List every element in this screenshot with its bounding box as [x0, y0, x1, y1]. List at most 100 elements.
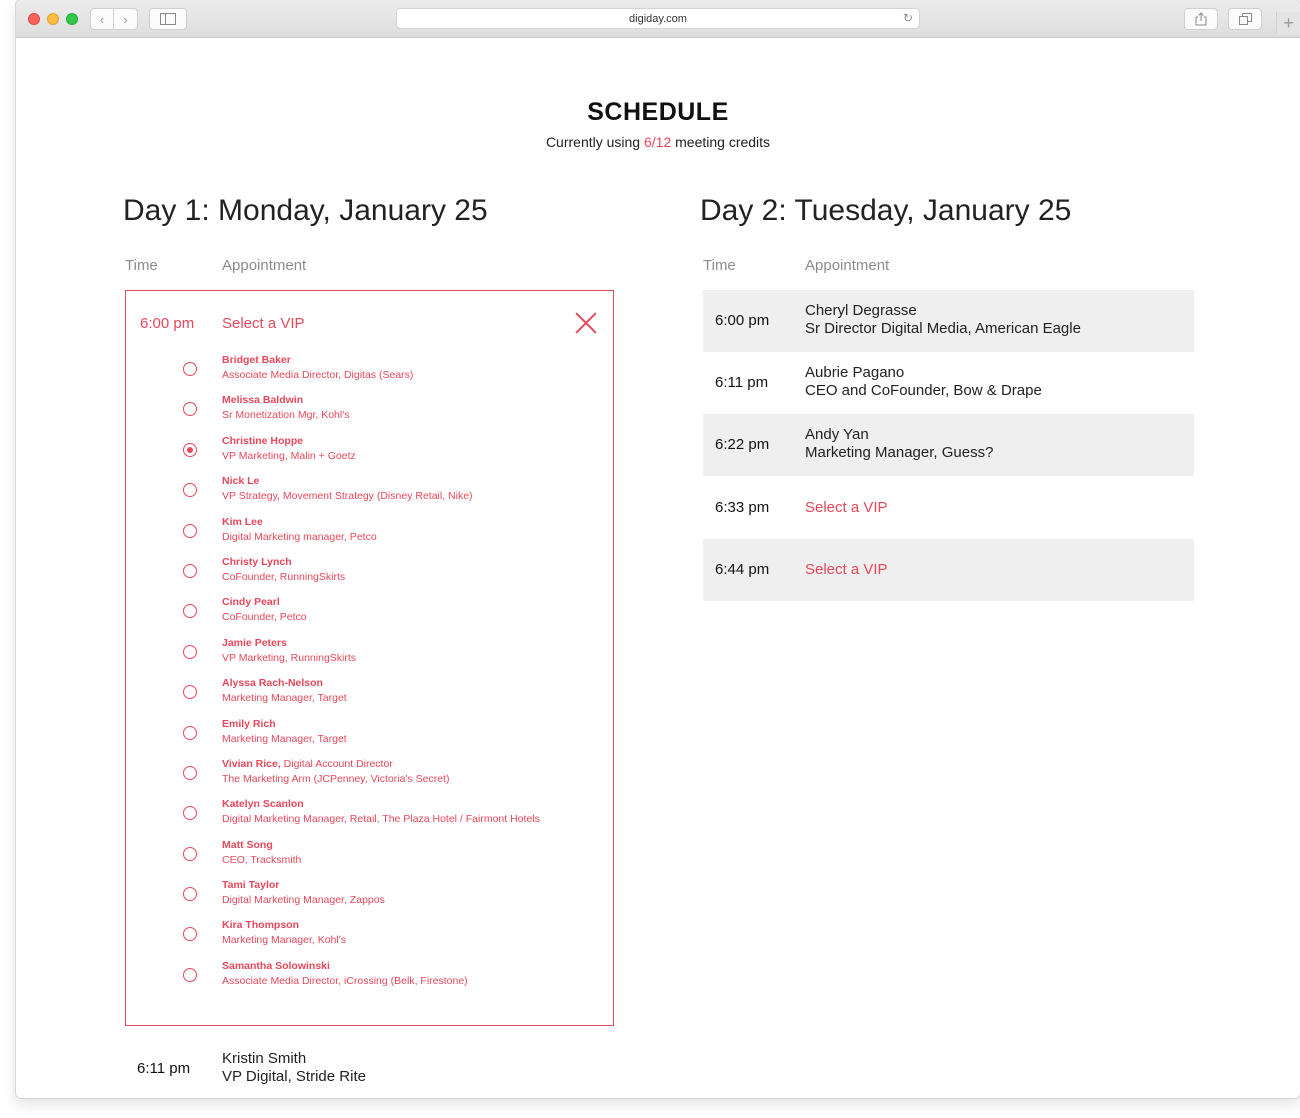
share-button[interactable] [1184, 8, 1218, 30]
appointment-title: VP Digital, Stride Rite [222, 1068, 366, 1085]
vip-option[interactable]: Christy Lynch CoFounder, RunningSkirts [126, 555, 613, 595]
radio-button[interactable] [183, 442, 197, 457]
vip-option[interactable]: Nick Le VP Strategy, Movement Strategy (D… [126, 474, 613, 514]
tab-overview-button[interactable] [1228, 8, 1262, 30]
vip-select-title: Select a VIP [222, 315, 305, 332]
vip-option-name-line: Kim Lee [222, 515, 377, 530]
zoom-window-button[interactable] [66, 13, 78, 25]
vip-detail: VP Marketing, Malin + Goetz [222, 449, 356, 462]
vip-option-name-line: Emily Rich [222, 717, 347, 732]
radio-button[interactable] [183, 765, 197, 780]
vip-name: Christine Hoppe [222, 434, 304, 447]
vip-detail: Marketing Manager, Target [222, 692, 347, 705]
vip-option-name-line: Matt Song [222, 838, 301, 853]
new-tab-button[interactable]: + [1276, 12, 1300, 34]
vip-option-text: Tami Taylor Digital Marketing Manager, Za… [222, 878, 385, 908]
day1-row-time: 6:11 pm [137, 1060, 191, 1077]
vip-option-text: Kim Lee Digital Marketing manager, Petco [222, 515, 377, 545]
table-row: 6:22 pm Andy Yan Marketing Manager, Guess? [703, 414, 1194, 476]
plus-icon: + [1283, 12, 1294, 33]
table-row: 6:00 pm Cheryl Degrasse Sr Director Digita… [703, 290, 1194, 352]
radio-button[interactable] [183, 483, 197, 498]
radio-button[interactable] [183, 846, 197, 861]
url-text: digiday.com [629, 12, 687, 25]
vip-option[interactable]: Emily Rich Marketing Manager, Target [126, 717, 613, 757]
appointment-name: Cheryl Degrasse [805, 302, 917, 319]
vip-option-name-line: Katelyn Scanlon [222, 797, 540, 812]
vip-name: Bridget Baker [222, 354, 291, 366]
radio-button[interactable] [183, 523, 197, 538]
row-appointment[interactable]: Andy Yan Marketing Manager, Guess? [805, 426, 993, 462]
day1-col-time: Time [125, 257, 158, 274]
day1-col-appointment: Appointment [222, 257, 307, 274]
radio-button[interactable] [183, 725, 197, 740]
vip-name: Cindy Pearl [222, 596, 280, 609]
vip-option[interactable]: Samantha Solowinski Associate Media Direc… [126, 959, 613, 999]
vip-name: Melissa Baldwin [222, 394, 304, 407]
back-button[interactable]: ‹ [90, 8, 114, 30]
vip-option[interactable]: Matt Song CEO, Tracksmith [126, 838, 613, 878]
radio-button[interactable] [183, 644, 197, 659]
vip-option[interactable]: Jamie Peters VP Marketing, RunningSkirts [126, 636, 613, 676]
share-icon [1195, 12, 1207, 26]
vip-name: Kira Thompson [222, 919, 300, 932]
vip-name: Kim Lee [222, 515, 263, 528]
vip-option-text: Alyssa Rach-Nelson Marketing Manager, Tar… [222, 676, 347, 706]
day2-col-appointment: Appointment [805, 257, 890, 274]
close-icon[interactable] [574, 311, 598, 335]
address-bar[interactable]: digiday.com ↻ [396, 8, 920, 29]
vip-option[interactable]: Tami Taylor Digital Marketing Manager, Za… [126, 878, 613, 918]
vip-option[interactable]: Vivian Rice, Digital Account Director The… [126, 757, 613, 797]
appointment-title: CEO and CoFounder, Bow & Drape [805, 382, 1042, 399]
table-row: 6:44 pm Select a VIP [703, 539, 1194, 601]
row-time: 6:33 pm [715, 499, 770, 516]
day1-row-appointment[interactable]: Kristin Smith VP Digital, Stride Rite [222, 1050, 366, 1086]
radio-button[interactable] [183, 967, 197, 982]
vip-option-text: Christy Lynch CoFounder, RunningSkirts [222, 555, 345, 585]
radio-button[interactable] [183, 402, 197, 417]
day1-heading: Day 1: Monday, January 25 [123, 194, 488, 227]
sidebar-toggle-button[interactable] [149, 8, 187, 30]
vip-detail: Digital Marketing manager, Petco [222, 530, 377, 543]
vip-inline-title: Digital Account Director [280, 757, 393, 770]
vip-detail: Sr Monetization Mgr, Kohl's [222, 409, 350, 422]
vip-name: Katelyn Scanlon [222, 798, 304, 811]
radio-button[interactable] [183, 927, 197, 942]
vip-option[interactable]: Kim Lee Digital Marketing manager, Petco [126, 515, 613, 555]
vip-detail: CoFounder, Petco [222, 611, 307, 624]
row-time: 6:00 pm [715, 312, 770, 329]
vip-option-text: Matt Song CEO, Tracksmith [222, 838, 301, 868]
vip-option[interactable]: Christine Hoppe VP Marketing, Malin + Goe… [126, 434, 613, 474]
radio-button[interactable] [183, 362, 197, 376]
reload-icon[interactable]: ↻ [903, 11, 913, 25]
vip-detail: The Marketing Arm (JCPenney, Victoria's … [222, 772, 450, 785]
vip-option-name-line: Christy Lynch [222, 555, 345, 570]
vip-option[interactable]: Alyssa Rach-Nelson Marketing Manager, Tar… [126, 676, 613, 716]
vip-select-time: 6:00 pm [140, 315, 195, 332]
radio-button[interactable] [183, 887, 197, 902]
vip-option-name-line: Jamie Peters [222, 636, 356, 651]
row-appointment[interactable]: Aubrie Pagano CEO and CoFounder, Bow & Dr… [805, 364, 1042, 400]
radio-button[interactable] [183, 563, 197, 578]
vip-option-name-line: Tami Taylor [222, 878, 385, 893]
row-appointment[interactable]: Cheryl Degrasse Sr Director Digital Media… [805, 302, 1081, 338]
radio-button[interactable] [183, 604, 197, 619]
forward-button[interactable]: › [114, 8, 138, 30]
select-vip-link[interactable]: Select a VIP [805, 499, 888, 516]
day2-heading: Day 2: Tuesday, January 25 [700, 194, 1072, 227]
vip-option[interactable]: Katelyn Scanlon Digital Marketing Manager… [126, 797, 613, 837]
vip-detail: VP Marketing, RunningSkirts [222, 651, 357, 664]
vip-option[interactable]: Melissa Baldwin Sr Monetization Mgr, Kohl… [126, 393, 613, 433]
appointment-name: Andy Yan [805, 426, 869, 443]
close-window-button[interactable] [28, 13, 40, 25]
vip-option[interactable]: Bridget Baker Associate Media Director, D… [126, 353, 613, 393]
radio-button[interactable] [183, 806, 197, 821]
vip-option[interactable]: Cindy Pearl CoFounder, Petco [126, 595, 613, 635]
minimize-window-button[interactable] [47, 13, 59, 25]
credits-status: Currently using 6/12 meeting credits [16, 134, 1300, 150]
radio-button[interactable] [183, 685, 197, 700]
select-vip-link[interactable]: Select a VIP [805, 561, 888, 578]
vip-option[interactable]: Kira Thompson Marketing Manager, Kohl's [126, 918, 613, 958]
vip-name: Alyssa Rach-Nelson [222, 677, 323, 690]
row-time: 6:44 pm [715, 561, 770, 578]
